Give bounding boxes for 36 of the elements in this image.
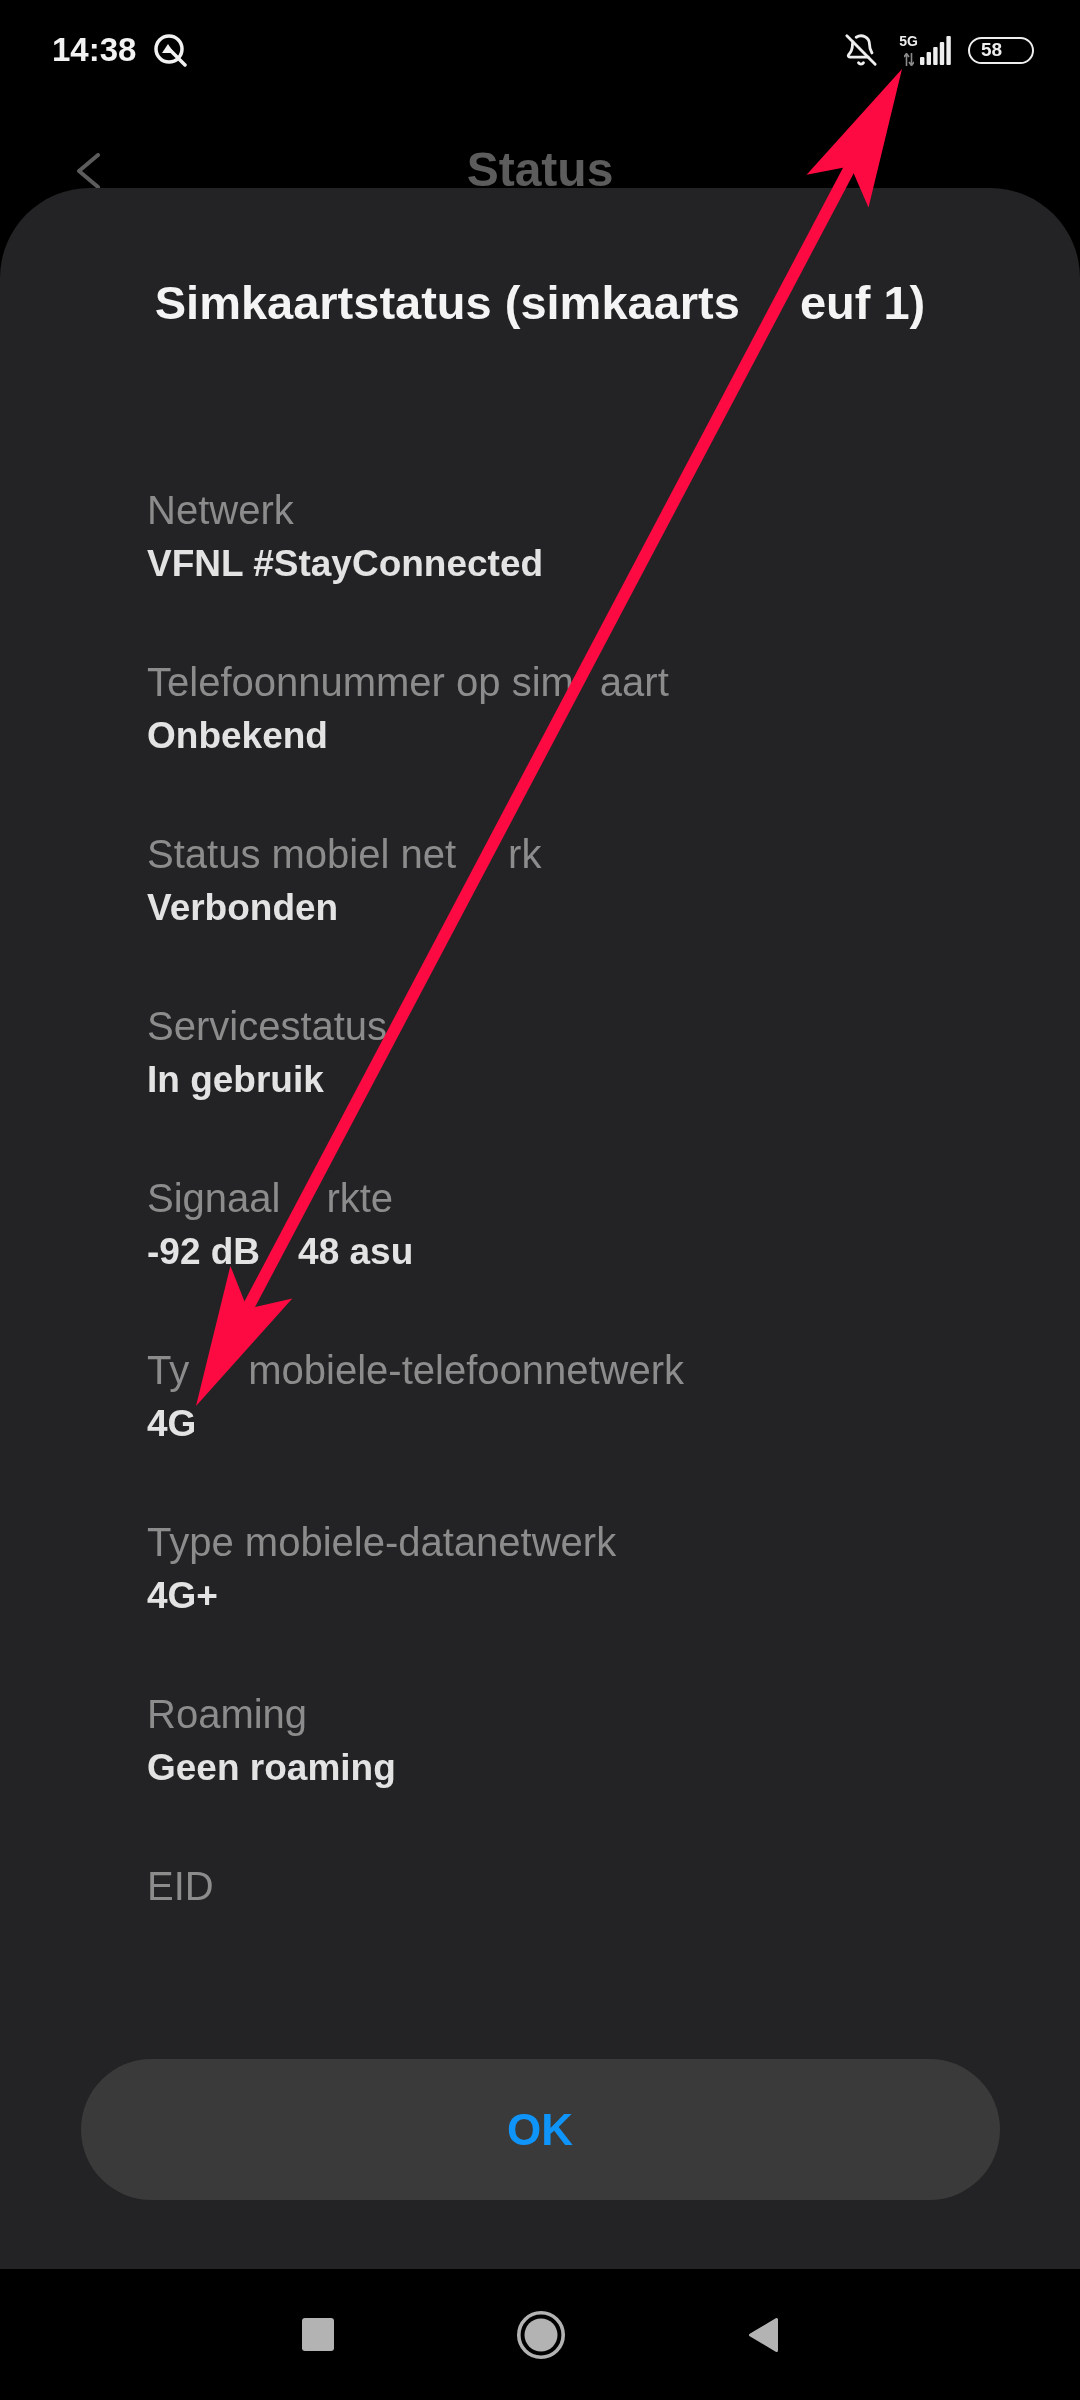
field-value: Verbonden — [147, 886, 339, 930]
field-label: Ty — [147, 1347, 190, 1394]
battery-percentage: 58 — [981, 40, 1003, 60]
field-value: In gebruik — [147, 1058, 324, 1102]
field-value: 4G+ — [147, 1574, 218, 1618]
field-label: Status mobiel net — [147, 831, 457, 878]
status-time: 14:38 — [52, 30, 137, 70]
field-label: Roaming — [147, 1691, 308, 1738]
field-value: Onbekend — [147, 714, 328, 758]
recents-icon[interactable] — [301, 2318, 334, 2351]
confirm-button[interactable]: OK — [80, 2059, 1000, 2200]
signal-icon — [920, 35, 952, 65]
dialog-title: Simkaartstatus (simkaarts — [154, 275, 740, 331]
field-label: Netwerk — [147, 487, 294, 534]
bell-off-icon — [844, 33, 879, 67]
field-value: Geen roaming — [147, 1746, 396, 1790]
data-arrows-icon — [903, 53, 914, 66]
field-label: rkte — [326, 1175, 394, 1222]
dialog-title: euf 1) — [799, 275, 926, 331]
home-icon[interactable] — [516, 2310, 565, 2359]
circle-slash-icon — [153, 33, 188, 67]
field-label: rk — [508, 831, 542, 878]
field-label: EID — [147, 1863, 214, 1910]
page-title: Status — [466, 150, 614, 190]
field-value: VFNL #StayConnected — [147, 542, 544, 586]
field-label: Telefoonnummer op sim — [147, 659, 574, 706]
network-type-label: 5G — [899, 34, 918, 48]
field-value: 48 asu — [298, 1230, 414, 1274]
field-label: Servicestatus — [147, 1003, 388, 1050]
field-label: Type mobiele-datanetwerk — [147, 1519, 617, 1566]
field-label: Signaal — [147, 1175, 281, 1222]
field-value: -92 dB — [147, 1230, 261, 1274]
field-label: mobiele-telefoonnetwerk — [248, 1347, 685, 1394]
field-value: 4G — [147, 1402, 197, 1446]
field-label: aart — [599, 659, 669, 706]
back-icon[interactable] — [747, 2316, 779, 2353]
